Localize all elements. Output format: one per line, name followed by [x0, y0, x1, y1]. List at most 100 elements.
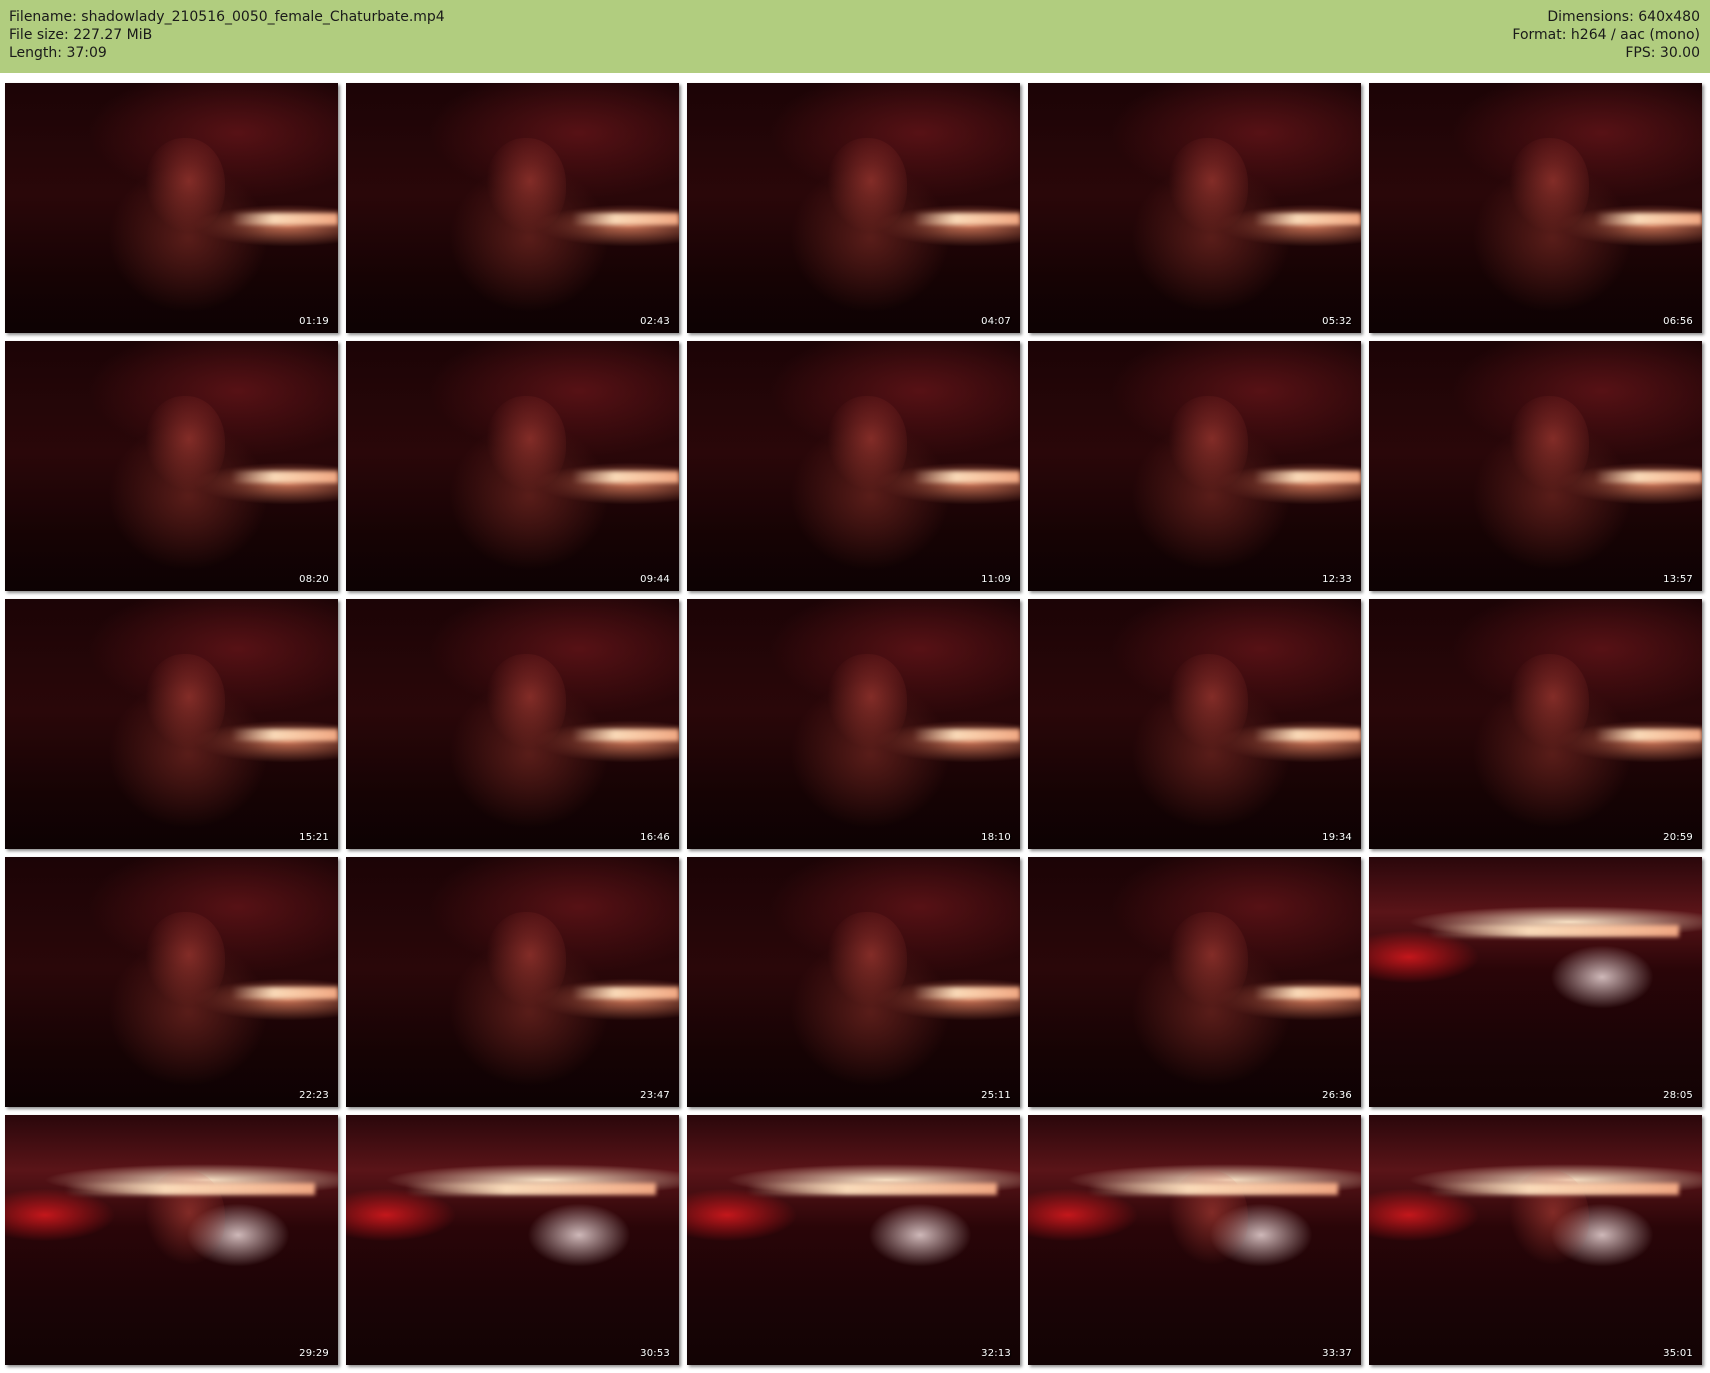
timestamp-label: 16:46 [640, 832, 670, 843]
light-strip [1254, 729, 1361, 741]
light-strip [913, 471, 1020, 483]
timestamp-label: 20:59 [1663, 832, 1693, 843]
timestamp-label: 25:11 [981, 1090, 1011, 1101]
timestamp-label: 32:13 [981, 1348, 1011, 1359]
light-strip [405, 1182, 656, 1195]
thumbnail: 08:20 [5, 341, 338, 591]
thumbnail: 11:09 [687, 341, 1020, 591]
timestamp-label: 28:05 [1663, 1090, 1693, 1101]
subject-silhouette [826, 654, 907, 749]
thumbnail: 22:23 [5, 857, 338, 1107]
light-strip [1428, 1182, 1679, 1195]
thumbnail: 33:37 [1028, 1115, 1361, 1365]
timestamp-label: 15:21 [299, 832, 329, 843]
thumbnail: 30:53 [346, 1115, 679, 1365]
subject-silhouette [826, 138, 907, 233]
subject-silhouette [1167, 912, 1248, 1007]
dimensions-label: Dimensions: 640x480 [1547, 9, 1700, 25]
subject-silhouette [1508, 138, 1589, 233]
light-strip [1595, 471, 1702, 483]
subject-silhouette [1167, 654, 1248, 749]
subject-silhouette [485, 912, 566, 1007]
timestamp-label: 19:34 [1322, 832, 1352, 843]
light-strip [913, 213, 1020, 225]
light-strip [572, 471, 679, 483]
light-strip [231, 987, 338, 999]
subject-silhouette [826, 396, 907, 491]
timestamp-label: 22:23 [299, 1090, 329, 1101]
timestamp-label: 12:33 [1322, 574, 1352, 585]
subject-silhouette [144, 138, 225, 233]
timestamp-label: 01:19 [299, 316, 329, 327]
filename-label: Filename: shadowlady_210516_0050_female_… [9, 9, 445, 25]
light-strip [1254, 213, 1361, 225]
timestamp-label: 13:57 [1663, 574, 1693, 585]
thumbnail: 28:05 [1369, 857, 1702, 1107]
light-strip [913, 729, 1020, 741]
light-strip [1595, 729, 1702, 741]
subject-silhouette [485, 138, 566, 233]
timestamp-label: 06:56 [1663, 316, 1693, 327]
timestamp-label: 08:20 [299, 574, 329, 585]
file-info-right: Dimensions: 640x480 Format: h264 / aac (… [1512, 8, 1700, 62]
thumbnail: 25:11 [687, 857, 1020, 1107]
subject-silhouette [1508, 396, 1589, 491]
filesize-label: File size: 227.27 MiB [9, 27, 153, 43]
subject-silhouette [1167, 396, 1248, 491]
light-strip [1254, 471, 1361, 483]
thumbnail: 09:44 [346, 341, 679, 591]
thumbnail: 02:43 [346, 83, 679, 333]
light-strip [1087, 1182, 1338, 1195]
light-strip [572, 213, 679, 225]
thumbnail: 29:29 [5, 1115, 338, 1365]
thumbnail-grid: 01:19 02:43 04:07 05:32 06:56 08:20 09:4… [5, 83, 1702, 1365]
thumbnail: 20:59 [1369, 599, 1702, 849]
subject-silhouette [485, 654, 566, 749]
timestamp-label: 30:53 [640, 1348, 670, 1359]
timestamp-label: 18:10 [981, 832, 1011, 843]
timestamp-label: 33:37 [1322, 1348, 1352, 1359]
file-info-left: Filename: shadowlady_210516_0050_female_… [9, 8, 445, 62]
info-header: Filename: shadowlady_210516_0050_female_… [0, 0, 1710, 73]
thumbnail: 19:34 [1028, 599, 1361, 849]
subject-silhouette [144, 912, 225, 1007]
thumbnail: 32:13 [687, 1115, 1020, 1365]
subject-silhouette [1508, 654, 1589, 749]
timestamp-label: 35:01 [1663, 1348, 1693, 1359]
light-strip [913, 987, 1020, 999]
light-strip [64, 1182, 315, 1195]
subject-silhouette [485, 396, 566, 491]
thumbnail: 23:47 [346, 857, 679, 1107]
light-strip [231, 729, 338, 741]
thumbnail: 05:32 [1028, 83, 1361, 333]
timestamp-label: 26:36 [1322, 1090, 1352, 1101]
timestamp-label: 05:32 [1322, 316, 1352, 327]
timestamp-label: 09:44 [640, 574, 670, 585]
subject-silhouette [1167, 138, 1248, 233]
thumbnail: 12:33 [1028, 341, 1361, 591]
timestamp-label: 11:09 [981, 574, 1011, 585]
light-strip [1595, 213, 1702, 225]
thumbnail: 26:36 [1028, 857, 1361, 1107]
light-strip [231, 471, 338, 483]
subject-silhouette [144, 396, 225, 491]
timestamp-label: 29:29 [299, 1348, 329, 1359]
light-strip [231, 213, 338, 225]
format-label: Format: h264 / aac (mono) [1512, 27, 1700, 43]
light-strip [572, 729, 679, 741]
thumbnail: 06:56 [1369, 83, 1702, 333]
thumbnail: 01:19 [5, 83, 338, 333]
timestamp-label: 02:43 [640, 316, 670, 327]
light-strip [746, 1182, 997, 1195]
timestamp-label: 23:47 [640, 1090, 670, 1101]
light-strip [1254, 987, 1361, 999]
subject-silhouette [826, 912, 907, 1007]
subject-silhouette [144, 654, 225, 749]
thumbnail: 13:57 [1369, 341, 1702, 591]
thumbnail: 35:01 [1369, 1115, 1702, 1365]
thumbnail: 15:21 [5, 599, 338, 849]
light-strip [1428, 924, 1679, 937]
light-strip [572, 987, 679, 999]
thumbnail: 16:46 [346, 599, 679, 849]
timestamp-label: 04:07 [981, 316, 1011, 327]
